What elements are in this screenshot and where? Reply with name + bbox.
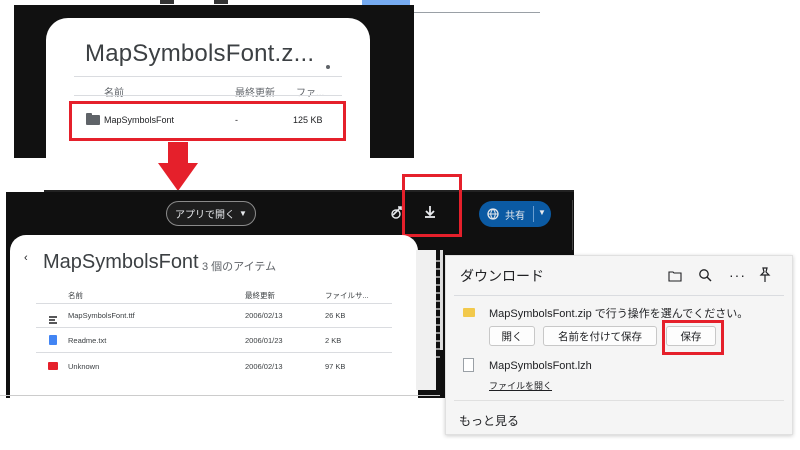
zip-folder-icon (463, 308, 475, 317)
file-icon (463, 358, 474, 372)
column-header-size[interactable]: ファ... (296, 84, 324, 99)
top-edge-fragment (160, 0, 174, 4)
chevron-left-icon[interactable]: ‹ (24, 252, 28, 264)
file-name[interactable]: Unknown (68, 362, 99, 371)
zip-action-message: MapSymbolsFont.zip で行う操作を選んでください。 (489, 308, 749, 320)
folder-icon (86, 113, 100, 125)
doc-file-icon (49, 335, 57, 345)
divider (36, 303, 392, 304)
file-modified: 2006/01/23 (245, 336, 283, 345)
folder-row-modified: - (235, 115, 238, 125)
downloads-title: ダウンロード (460, 268, 544, 284)
divider (533, 206, 534, 222)
open-with-label: アプリで開く (175, 210, 236, 221)
arrow-down-icon (168, 142, 188, 164)
file-size: 2 KB (325, 336, 342, 345)
caret-down-icon: ▼ (239, 209, 247, 218)
divider (0, 395, 440, 396)
file-name[interactable]: Readme.txt (68, 336, 106, 345)
divider (412, 12, 540, 13)
pin-icon[interactable] (758, 267, 772, 283)
more-options-icon[interactable]: ··· (729, 268, 746, 282)
lzh-file-name: MapSymbolsFont.lzh (489, 360, 592, 372)
share-label: 共有 (505, 210, 525, 222)
top-edge-fragment (214, 0, 228, 4)
divider (454, 400, 784, 401)
divider (74, 76, 342, 77)
zip-preview-title: MapSymbolsFont.z... (85, 40, 315, 67)
divider (36, 352, 392, 353)
highlight-box-save (662, 320, 724, 355)
divider (454, 295, 784, 296)
file-size: 26 KB (325, 311, 346, 320)
pdf-file-icon (48, 362, 58, 370)
divider (440, 250, 443, 350)
open-with-app-button[interactable]: アプリで開く ▼ (166, 201, 256, 226)
column-header-name[interactable]: 名前 (104, 84, 124, 99)
column-header-modified[interactable]: 最終更新 (235, 84, 275, 99)
open-file-link[interactable]: ファイルを開く (489, 379, 552, 392)
file-name[interactable]: MapSymbolsFont.ttf (68, 311, 135, 320)
save-as-button[interactable]: 名前を付けて保存 (543, 326, 657, 346)
search-icon[interactable] (698, 268, 712, 282)
download-icon[interactable] (420, 203, 440, 221)
folder-row-size: 125 KB (293, 115, 323, 125)
column-header-size[interactable]: ファイルサ... (325, 290, 369, 301)
caret-down-icon[interactable]: ▼ (538, 208, 546, 217)
file-size: 97 KB (325, 362, 346, 371)
file-modified: 2006/02/13 (245, 311, 283, 320)
folder-row-name[interactable]: MapSymbolsFont (104, 115, 174, 125)
see-more-link[interactable]: もっと見る (459, 412, 519, 429)
background-window-fragment (416, 250, 436, 390)
column-header-modified[interactable]: 最終更新 (245, 290, 275, 301)
folder-open-icon[interactable] (668, 269, 682, 282)
divider (572, 200, 573, 250)
file-modified: 2006/02/13 (245, 362, 283, 371)
font-file-icon (49, 311, 57, 324)
globe-icon (487, 208, 499, 220)
open-button[interactable]: 開く (489, 326, 535, 346)
folder-title: MapSymbolsFont (43, 251, 199, 273)
column-header-name[interactable]: 名前 (68, 290, 83, 301)
more-dot-icon (326, 65, 330, 69)
item-count: 3 個のアイテム (202, 261, 277, 273)
divider (74, 95, 342, 96)
arrow-down-icon (158, 163, 198, 191)
divider (36, 327, 392, 328)
